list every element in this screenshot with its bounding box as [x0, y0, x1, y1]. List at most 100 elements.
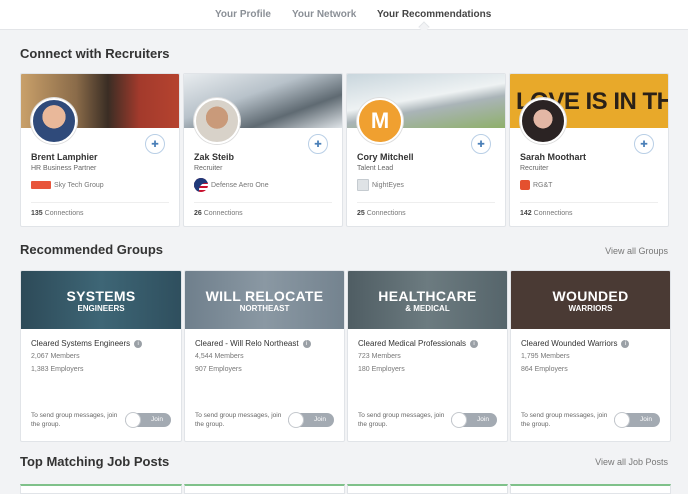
- group-banner[interactable]: SYSTEMS ENGINEERS: [21, 271, 181, 329]
- group-banner[interactable]: HEALTHCARE & MEDICAL: [348, 271, 507, 329]
- join-group-toggle[interactable]: Join: [288, 412, 334, 428]
- group-name[interactable]: Cleared Wounded Warriors i: [521, 339, 630, 348]
- company-name: RG&T: [533, 181, 553, 189]
- add-user-icon[interactable]: ✚: [145, 134, 165, 154]
- info-icon[interactable]: i: [470, 340, 479, 348]
- join-group-toggle[interactable]: Join: [614, 412, 660, 428]
- join-label: Join: [314, 416, 326, 423]
- top-tabs: Your Profile Your Network Your Recommend…: [0, 0, 688, 33]
- add-user-icon[interactable]: ✚: [634, 134, 654, 154]
- group-banner[interactable]: WOUNDED WARRIORS: [511, 271, 670, 329]
- join-label: Join: [477, 416, 489, 423]
- group-card[interactable]: SYSTEMS ENGINEERS Cleared Systems Engine…: [20, 270, 182, 442]
- group-members: 723 Members: [358, 353, 401, 360]
- info-icon[interactable]: i: [621, 340, 630, 348]
- company-logo: [194, 178, 208, 192]
- group-employers: 1,383 Employers: [31, 366, 84, 373]
- info-icon[interactable]: i: [134, 340, 143, 348]
- divider: [194, 202, 332, 203]
- group-members: 1,795 Members: [521, 353, 570, 360]
- active-tab-indicator: [418, 21, 430, 33]
- group-banner-title: HEALTHCARE: [378, 288, 477, 304]
- recruiters-section-title: Connect with Recruiters: [20, 46, 170, 61]
- group-name[interactable]: Cleared Systems Engineers i: [31, 339, 143, 348]
- avatar[interactable]: [194, 98, 240, 144]
- recruiter-card[interactable]: LOVE IS IN THE ✚ Sarah Moothart Recruite…: [509, 73, 669, 227]
- recruiter-title: Talent Lead: [357, 165, 394, 172]
- recruiter-company: RG&T: [520, 178, 552, 192]
- group-banner-subtitle: WARRIORS: [568, 304, 613, 313]
- group-name[interactable]: Cleared - Will Relo Northeast i: [195, 339, 311, 348]
- add-user-icon[interactable]: ✚: [471, 134, 491, 154]
- company-name: NightEyes: [372, 181, 404, 189]
- tab-your-network[interactable]: Your Network: [292, 9, 356, 20]
- recruiter-title: Recruiter: [520, 165, 549, 172]
- group-banner[interactable]: WILL RELOCATE NORTHEAST: [185, 271, 344, 329]
- group-message-hint: To send group messages, join the group.: [521, 412, 608, 428]
- job-card[interactable]: [20, 484, 182, 494]
- company-logo: [520, 180, 530, 190]
- tab-your-recommendations[interactable]: Your Recommendations: [377, 9, 491, 20]
- group-banner-subtitle: ENGINEERS: [77, 304, 125, 313]
- tab-your-profile[interactable]: Your Profile: [215, 9, 271, 20]
- connections-count: 135 Connections: [31, 210, 84, 217]
- group-banner-subtitle: NORTHEAST: [239, 304, 290, 313]
- view-all-job-posts-link[interactable]: View all Job Posts: [595, 457, 668, 467]
- groups-section-title: Recommended Groups: [20, 242, 164, 257]
- recruiter-card[interactable]: ✚ Zak Steib Recruiter Defense Aero One 2…: [183, 73, 343, 227]
- job-card[interactable]: [184, 484, 345, 494]
- group-card[interactable]: HEALTHCARE & MEDICAL Cleared Medical Pro…: [347, 270, 508, 442]
- join-label: Join: [151, 416, 163, 423]
- recruiter-company: Defense Aero One: [194, 178, 269, 192]
- info-icon[interactable]: i: [302, 340, 311, 348]
- group-employers: 907 Employers: [195, 366, 242, 373]
- recruiter-name[interactable]: Cory Mitchell: [357, 152, 414, 162]
- toggle-knob: [125, 412, 141, 428]
- view-all-groups-link[interactable]: View all Groups: [605, 246, 668, 256]
- group-name[interactable]: Cleared Medical Professionals i: [358, 339, 479, 348]
- group-card[interactable]: WILL RELOCATE NORTHEAST Cleared - Will R…: [184, 270, 345, 442]
- connections-count: 25 Connections: [357, 210, 406, 217]
- company-logo: [31, 181, 51, 189]
- connections-count: 26 Connections: [194, 210, 243, 217]
- recruiter-company: Sky Tech Group: [31, 178, 104, 192]
- toggle-knob: [451, 412, 467, 428]
- join-label: Join: [640, 416, 652, 423]
- group-banner-title: WILL RELOCATE: [205, 288, 324, 304]
- toggle-knob: [288, 412, 304, 428]
- group-card[interactable]: WOUNDED WARRIORS Cleared Wounded Warrior…: [510, 270, 671, 442]
- company-name: Sky Tech Group: [54, 181, 104, 189]
- divider: [520, 202, 658, 203]
- recruiter-name[interactable]: Brent Lamphier: [31, 152, 98, 162]
- recruiter-card[interactable]: M ✚ Cory Mitchell Talent Lead NightEyes …: [346, 73, 506, 227]
- group-message-hint: To send group messages, join the group.: [31, 412, 118, 428]
- toggle-knob: [614, 412, 630, 428]
- group-message-hint: To send group messages, join the group.: [358, 412, 445, 428]
- avatar[interactable]: M: [357, 98, 403, 144]
- avatar[interactable]: [520, 98, 566, 144]
- group-banner-title: WOUNDED: [552, 288, 629, 304]
- recruiter-name[interactable]: Sarah Moothart: [520, 152, 586, 162]
- group-message-hint: To send group messages, join the group.: [195, 412, 282, 428]
- group-members: 2,067 Members: [31, 353, 80, 360]
- recruiter-name[interactable]: Zak Steib: [194, 152, 234, 162]
- join-group-toggle[interactable]: Join: [451, 412, 497, 428]
- job-card[interactable]: [510, 484, 671, 494]
- group-banner-title: SYSTEMS: [66, 288, 136, 304]
- group-banner-subtitle: & MEDICAL: [405, 304, 450, 313]
- recruiter-card[interactable]: ✚ Brent Lamphier HR Business Partner Sky…: [20, 73, 180, 227]
- jobs-section-title: Top Matching Job Posts: [20, 454, 170, 469]
- group-employers: 864 Employers: [521, 366, 568, 373]
- group-employers: 180 Employers: [358, 366, 405, 373]
- group-members: 4,544 Members: [195, 353, 244, 360]
- recruiter-title: Recruiter: [194, 165, 223, 172]
- add-user-icon[interactable]: ✚: [308, 134, 328, 154]
- recruiter-company: NightEyes: [357, 178, 404, 192]
- divider: [357, 202, 495, 203]
- avatar[interactable]: [31, 98, 77, 144]
- company-logo: [357, 179, 369, 191]
- connections-count: 142 Connections: [520, 210, 573, 217]
- job-card[interactable]: [347, 484, 508, 494]
- recruiter-title: HR Business Partner: [31, 165, 97, 172]
- join-group-toggle[interactable]: Join: [125, 412, 171, 428]
